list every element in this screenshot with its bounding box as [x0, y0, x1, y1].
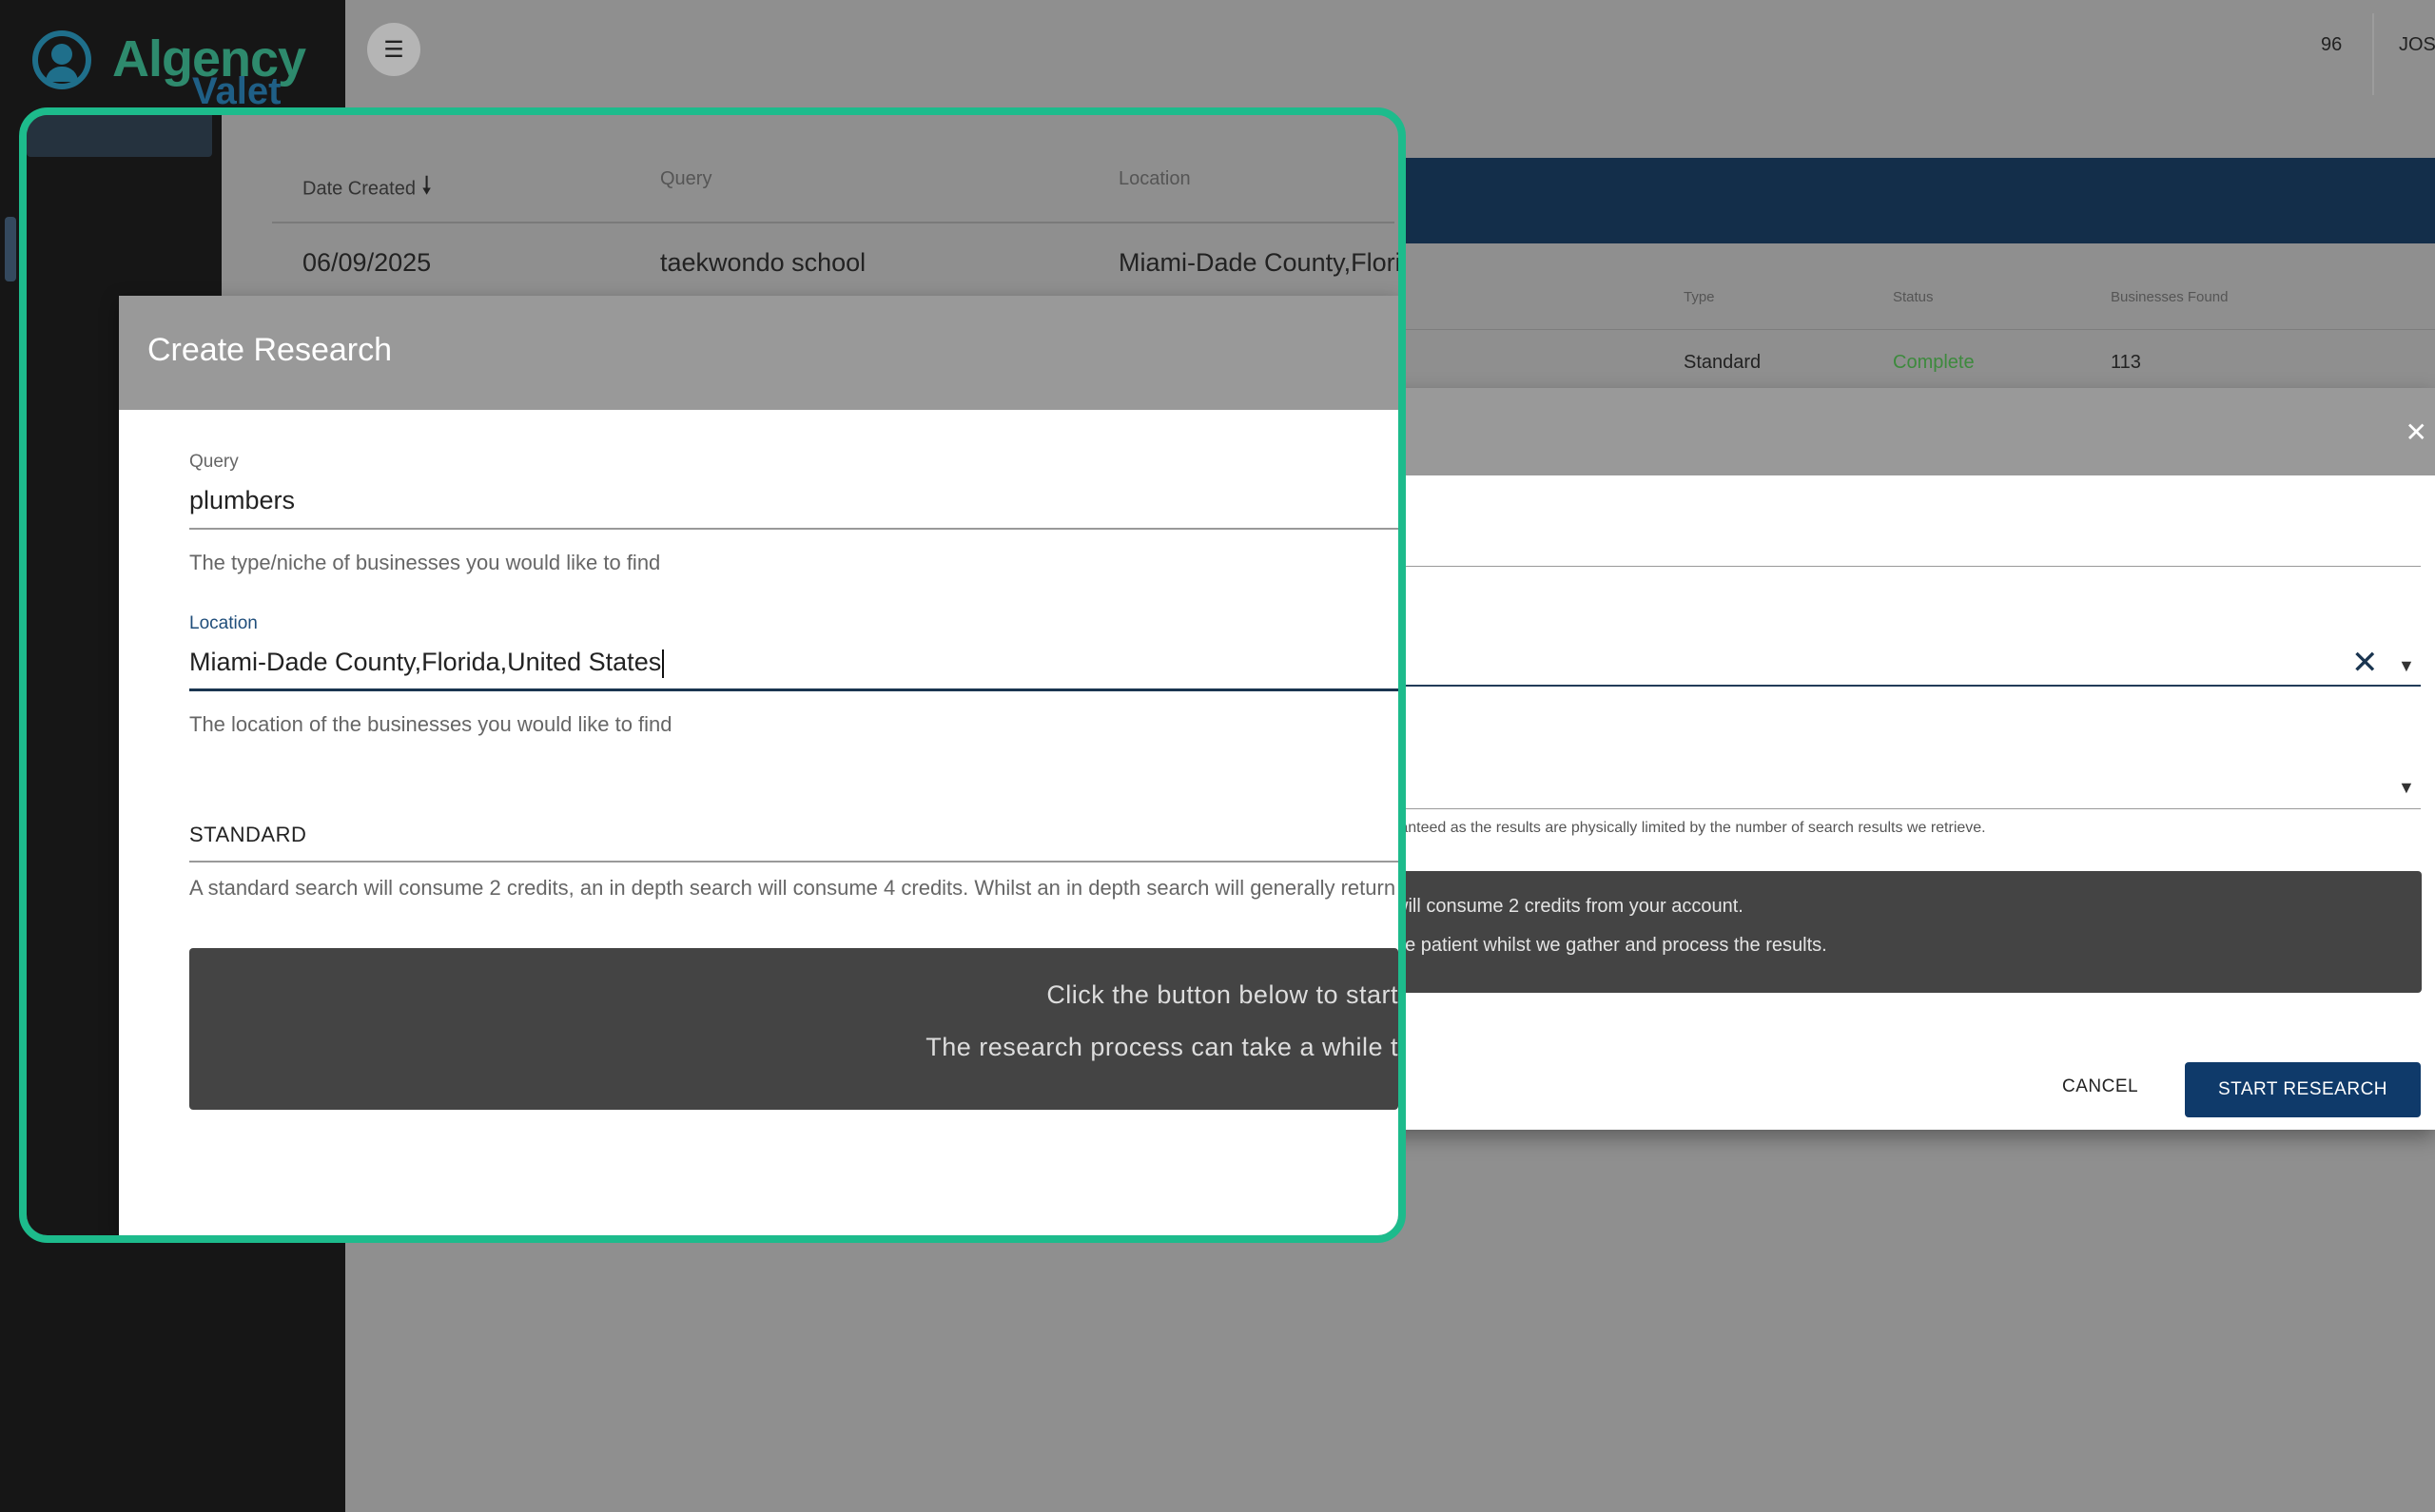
- info-line-2: be patient whilst we gather and process …: [1394, 935, 1827, 956]
- column-header-query[interactable]: Query: [660, 168, 711, 190]
- info-box: will consume 2 credits from your account…: [1394, 871, 2422, 993]
- info-box: Click the button below to start The rese…: [189, 948, 1398, 1110]
- topbar-divider: [2372, 13, 2374, 95]
- location-dropdown-icon[interactable]: ▼: [2398, 656, 2415, 676]
- user-menu[interactable]: JOS: [2399, 34, 2435, 56]
- zoom-callout: Date Created 🠗 Query Location 06/09/2025 …: [19, 107, 1406, 1243]
- start-research-button[interactable]: START RESEARCH: [2185, 1062, 2421, 1117]
- dialog-title: Create Research: [147, 332, 393, 368]
- info-line-2: The research process can take a while t: [925, 1033, 1398, 1061]
- sidebar-indicator: [5, 217, 16, 281]
- location-help-text: The location of the businesses you would…: [189, 712, 672, 736]
- create-research-dialog: ✕: [1379, 388, 2435, 1130]
- close-icon[interactable]: ✕: [2406, 417, 2427, 448]
- row-type: Standard: [1684, 352, 1762, 373]
- brand-logo[interactable]: Algency Valet: [32, 30, 306, 112]
- column-header-location[interactable]: Location: [1119, 168, 1191, 190]
- date-created-label: Date Created: [302, 178, 416, 200]
- row-businesses-found: 113: [2111, 352, 2141, 373]
- row-query: taekwondo school: [660, 248, 867, 277]
- dialog-header: Create Research: [119, 296, 1398, 410]
- column-header-date-created[interactable]: Date Created 🠗: [302, 168, 432, 210]
- row-date-created: 06/09/2025: [302, 248, 432, 277]
- location-field-underline: [1379, 685, 2421, 687]
- table-header-band: [1379, 158, 2435, 243]
- query-label: Query: [189, 452, 239, 472]
- create-research-dialog-zoomed: Create Research Query plumbers The type/…: [119, 296, 1398, 1235]
- row-status: Complete: [1893, 352, 1975, 373]
- info-line-1: will consume 2 credits from your account…: [1394, 896, 1743, 917]
- row-location: Miami-Dade County,Floric: [1119, 248, 1406, 277]
- type-help-text: ranteed as the results are physically li…: [1394, 820, 1986, 836]
- table-divider: [1379, 329, 2435, 330]
- column-header-type[interactable]: Type: [1684, 289, 1715, 305]
- location-label: Location: [189, 613, 258, 633]
- cancel-button[interactable]: CANCEL: [2062, 1076, 2138, 1097]
- zoom-sidebar-item: [27, 115, 212, 157]
- query-help-text: The type/niche of businesses you would l…: [189, 551, 661, 574]
- type-select[interactable]: STANDARD: [189, 823, 306, 847]
- query-input[interactable]: plumbers: [189, 486, 295, 515]
- type-dropdown-icon[interactable]: ▼: [2398, 778, 2415, 798]
- table-divider: [272, 222, 1394, 223]
- clear-icon[interactable]: ✕: [2351, 647, 2379, 679]
- location-field-underline: [189, 688, 1398, 691]
- query-field-underline: [189, 528, 1398, 530]
- column-header-status[interactable]: Status: [1893, 289, 1934, 305]
- text-cursor: [662, 649, 665, 678]
- type-help-text: A standard search will consume 2 credits…: [189, 876, 1396, 900]
- logo-person-icon: [32, 30, 91, 89]
- type-field-underline: [189, 861, 1398, 863]
- location-input[interactable]: Miami-Dade County,Florida,United States: [189, 648, 665, 678]
- info-line-1: Click the button below to start: [1046, 980, 1398, 1009]
- credit-count: 96: [2321, 34, 2343, 55]
- column-header-businesses-found[interactable]: Businesses Found: [2111, 289, 2228, 305]
- dialog-header: ✕: [1379, 388, 2435, 475]
- sort-descending-icon[interactable]: 🠗: [421, 168, 432, 210]
- location-input-value: Miami-Dade County,Florida,United States: [189, 648, 662, 676]
- menu-button[interactable]: ☰: [367, 23, 420, 76]
- query-field-underline: [1379, 566, 2421, 567]
- menu-icon: ☰: [383, 36, 404, 63]
- type-field-underline: [1379, 808, 2421, 809]
